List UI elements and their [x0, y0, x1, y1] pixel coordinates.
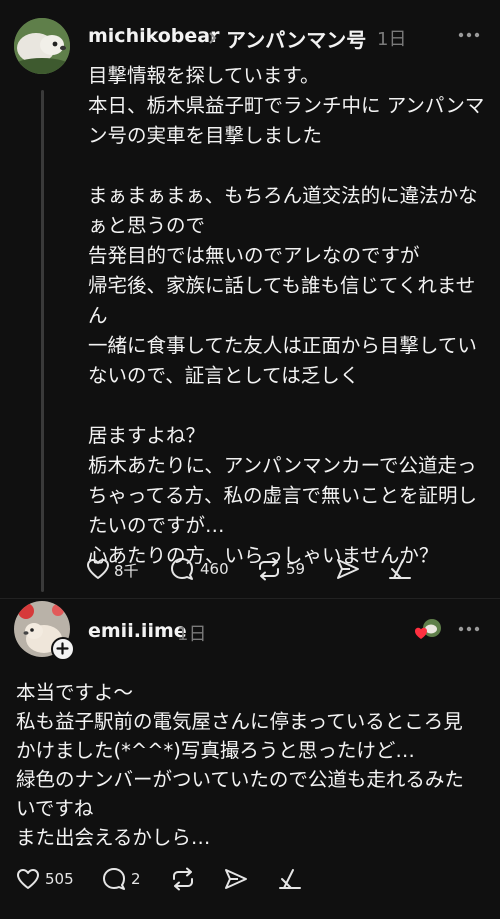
post-avatar[interactable]: [14, 18, 70, 74]
send-icon[interactable]: [224, 868, 248, 890]
reply-count: 2: [131, 870, 141, 888]
quote-icon[interactable]: [278, 867, 302, 891]
send-icon[interactable]: [336, 558, 360, 580]
divider: [0, 598, 500, 599]
repost-count: 59: [286, 560, 306, 578]
heart-icon[interactable]: [16, 868, 40, 890]
post-timestamp: 1日: [377, 29, 407, 50]
heart-icon[interactable]: [86, 558, 110, 580]
comment-icon[interactable]: [102, 867, 126, 891]
thread-line: [41, 90, 44, 592]
more-horizontal-icon[interactable]: [458, 626, 480, 632]
reply-username[interactable]: emii.iime: [88, 620, 187, 642]
like-count: 505: [45, 870, 74, 888]
reply-timestamp: 1日: [177, 624, 207, 645]
repost-icon[interactable]: [256, 557, 282, 581]
chevron-right-icon: [208, 30, 218, 49]
repost-icon[interactable]: [170, 867, 196, 891]
comment-icon[interactable]: [170, 557, 194, 581]
more-horizontal-icon[interactable]: [458, 32, 480, 38]
like-count: 8千: [114, 562, 139, 580]
liked-by-author-badge: [414, 617, 442, 643]
post-body: 目撃情報を探しています。 本日、栃木県益子町でランチ中に アンパンマン号の実車を…: [88, 64, 485, 567]
post-community-tag[interactable]: アンパンマン号: [226, 24, 366, 53]
reply-count: 460: [200, 560, 229, 578]
reply-body: 本当ですよ〜 私も益子駅前の電気屋さんに停まっているところ見かけました(*^^*…: [16, 681, 464, 849]
plus-icon[interactable]: [51, 637, 75, 661]
post-username[interactable]: michikobear: [88, 25, 219, 47]
quote-icon[interactable]: [388, 557, 412, 581]
